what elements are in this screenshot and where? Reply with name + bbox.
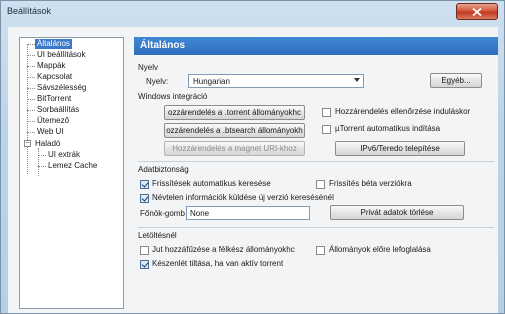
settings-tree: − Általános UI beállítások Mappák Kapcso…: [19, 37, 124, 309]
tree-connector: [27, 55, 35, 56]
beta-update-label: Frissítés béta verziókra: [329, 179, 412, 188]
tree-connector: [27, 44, 35, 45]
tree-connector: [38, 155, 46, 156]
tree-item-ui-beallitasok[interactable]: UI beállítások: [37, 50, 85, 60]
check-association-checkbox[interactable]: [322, 108, 331, 117]
tree-item-sorbaallitas[interactable]: Sorbaállítás: [37, 105, 79, 115]
prevent-standby-checkbox[interactable]: [140, 260, 149, 269]
other-language-button[interactable]: Egyéb...: [430, 73, 482, 88]
tree-connector: [38, 148, 39, 176]
tree-item-lemez-cache[interactable]: Lemez Cache: [48, 161, 97, 171]
privacy-group-label: Adatbiztonság: [138, 165, 189, 174]
associate-magnet-button[interactable]: Hozzárendelés a magnet URI-khoz: [164, 141, 305, 156]
windows-integration-label: Windows integráció: [138, 92, 208, 101]
tree-connector: [38, 166, 46, 167]
auto-update-label: Frissítések automatikus keresése: [152, 179, 271, 188]
tree-item-web-ui[interactable]: Web UI: [37, 127, 64, 137]
boss-key-field[interactable]: None: [186, 206, 310, 220]
associate-btsearch-button[interactable]: ozzárendelés a .btsearch állományokh: [164, 123, 305, 138]
settings-panel: Általános Nyelv Nyelv: Hungarian Egyéb..…: [134, 37, 498, 309]
anonymous-info-checkbox[interactable]: [140, 194, 149, 203]
tree-connector: [27, 66, 35, 67]
auto-update-checkbox[interactable]: [140, 180, 149, 189]
append-ut-checkbox[interactable]: [140, 246, 149, 255]
panel-header: Általános: [134, 37, 498, 55]
downloads-group-label: Letöltésnél: [138, 231, 177, 240]
close-button[interactable]: [456, 3, 498, 20]
tree-item-savszelesseg[interactable]: Sávszélesség: [37, 83, 86, 93]
tree-item-ui-extrak[interactable]: UI extrák: [48, 150, 80, 160]
close-icon: [472, 7, 482, 16]
prevent-standby-label: Készenlét tiltása, ha van aktív torrent: [152, 259, 284, 268]
append-ut-label: Jut hozzáfűzése a félkész állományokhc: [152, 245, 295, 254]
tree-connector: [27, 44, 28, 174]
tree-item-bittorrent[interactable]: BitTorrent: [37, 94, 71, 104]
tree-connector: [27, 99, 35, 100]
beta-update-checkbox[interactable]: [316, 180, 325, 189]
expand-collapse-icon[interactable]: −: [24, 140, 31, 147]
language-label: Nyelv:: [146, 77, 169, 86]
tree-item-kapcsolat[interactable]: Kapcsolat: [37, 72, 72, 82]
tree-connector: [27, 132, 35, 133]
window-title: Beállítások: [7, 6, 52, 16]
install-ipv6-button[interactable]: IPv6/Teredo telepítése: [335, 141, 465, 156]
dialog-body: − Általános UI beállítások Mappák Kapcso…: [8, 27, 498, 313]
language-group-label: Nyelv: [138, 63, 159, 72]
language-select-value: Hungarian: [193, 77, 230, 86]
separator: [138, 227, 494, 228]
boss-key-label: Főnök-gomb: [140, 209, 185, 218]
clear-private-data-button[interactable]: Privát adatok törlése: [330, 205, 464, 220]
separator: [138, 161, 494, 162]
tree-connector: [27, 88, 35, 89]
dropdown-arrow-icon: [354, 78, 360, 82]
settings-window: Beállítások − Általános UI beállítások M…: [0, 0, 505, 314]
tree-connector: [27, 110, 35, 111]
check-association-label: Hozzárendelés ellenőrzése induláskor: [335, 107, 471, 116]
language-select[interactable]: Hungarian: [188, 74, 364, 88]
autostart-checkbox[interactable]: [322, 125, 331, 134]
preallocate-checkbox[interactable]: [316, 246, 325, 255]
tree-item-halado[interactable]: Haladó: [35, 139, 60, 149]
tree-item-utemezo[interactable]: Ütemező: [37, 116, 69, 126]
tree-item-altalanos[interactable]: Általános: [35, 39, 72, 49]
tree-item-mappak[interactable]: Mappák: [37, 61, 65, 71]
tree-connector: [27, 77, 35, 78]
autostart-label: µTorrent automatikus indítása: [335, 124, 441, 133]
preallocate-label: Állományok előre lefoglalása: [329, 245, 431, 254]
associate-torrent-button[interactable]: ozzárendelés a .torrent állományokhc: [164, 105, 305, 120]
anonymous-info-label: Névtelen információk küldése új verzió k…: [152, 193, 334, 202]
tree-connector: [27, 121, 35, 122]
title-bar: Beállítások: [1, 1, 504, 23]
